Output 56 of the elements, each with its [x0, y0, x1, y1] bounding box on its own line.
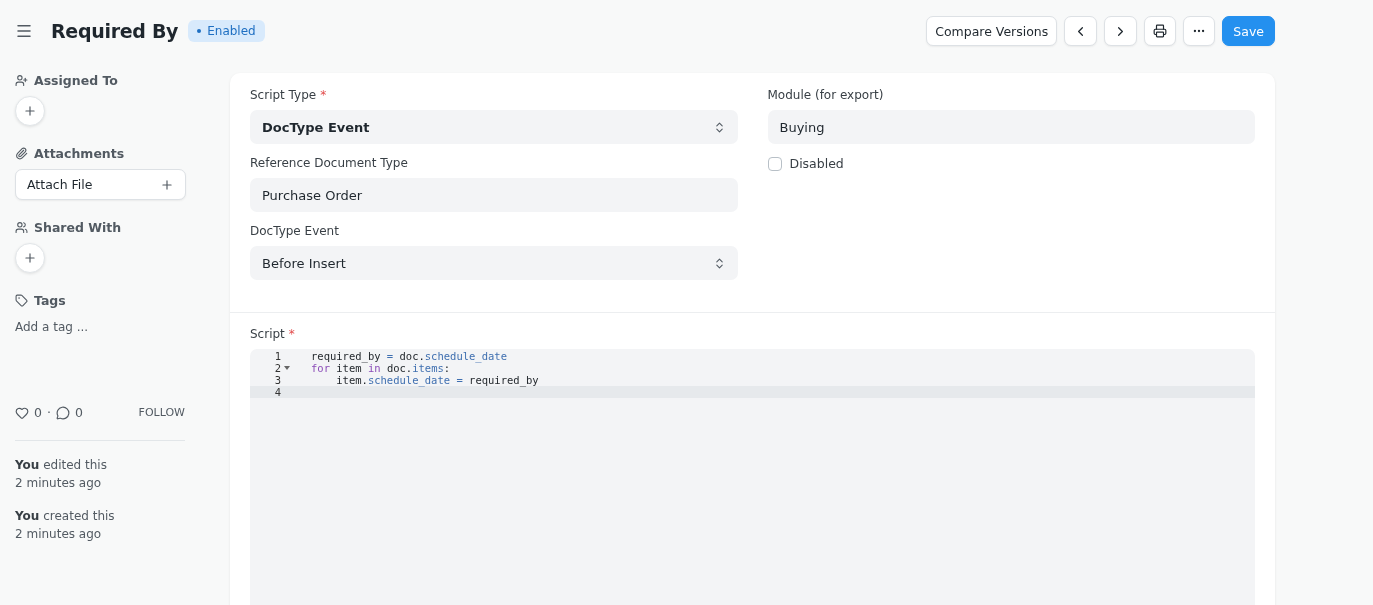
comment-icon[interactable]: [55, 405, 70, 420]
line-number: 4: [274, 386, 281, 398]
plus-icon: [23, 104, 37, 118]
field-label: Module (for export): [767, 88, 884, 102]
compare-versions-button[interactable]: Compare Versions: [926, 16, 1058, 46]
code-line: for item in doc.items:: [311, 362, 451, 374]
input-field[interactable]: Purchase Order: [250, 178, 738, 212]
checkbox[interactable]: [767, 156, 782, 171]
follow-button[interactable]: FOLLOW: [138, 406, 185, 419]
line-number: 3: [274, 374, 281, 386]
page-title: Required By: [51, 20, 179, 42]
plus-icon: [160, 177, 174, 192]
activity-time: 2 minutes ago: [15, 526, 103, 543]
input-field[interactable]: Buying: [767, 110, 1255, 144]
line-number: 2: [274, 362, 281, 374]
attach-file-button[interactable]: Attach File: [15, 169, 186, 200]
select-field[interactable]: Before Insert: [250, 246, 738, 280]
code-editor[interactable]: 1 required_by = doc.schedule_date 2 for item in doc.items: 3 item.schedule_date = required_by 4: [250, 349, 1255, 605]
code-line: required_by = doc.schedule_date: [311, 350, 507, 362]
paperclip-icon: [15, 147, 28, 160]
activity-text: You edited this: [15, 457, 108, 474]
select-field[interactable]: DocType Event: [250, 110, 738, 144]
field-label: DocType Event: [250, 224, 339, 238]
activity-text: You created this: [15, 508, 116, 525]
field-label: Reference Document Type: [250, 156, 408, 170]
user-plus-icon: [15, 74, 28, 87]
add-tag-link[interactable]: Add a tag ...: [15, 320, 89, 334]
print-button[interactable]: [1144, 16, 1177, 46]
line-number: 1: [274, 350, 281, 362]
field-label: Script Type: [250, 88, 317, 102]
fold-icon[interactable]: [284, 366, 290, 370]
add-button[interactable]: [15, 96, 45, 126]
checkbox-label: Disabled: [789, 156, 844, 171]
next-button[interactable]: [1104, 16, 1138, 46]
section-title: Attachments: [34, 146, 125, 161]
add-button[interactable]: [15, 243, 45, 273]
like-count: 0: [34, 405, 42, 420]
users-icon: [15, 221, 28, 234]
plus-icon: [23, 251, 37, 265]
comment-count: 0: [74, 405, 83, 420]
more-button[interactable]: [1183, 16, 1216, 46]
section-title: Assigned To: [34, 73, 118, 88]
heart-icon[interactable]: [15, 405, 29, 420]
section-title: Shared With: [34, 220, 122, 235]
status-badge: Enabled: [188, 20, 265, 42]
tag-icon: [15, 294, 28, 307]
activity-time: 2 minutes ago: [15, 475, 103, 492]
field-label: Script: [250, 327, 285, 341]
section-title: Tags: [34, 293, 66, 308]
previous-button[interactable]: [1064, 16, 1098, 46]
code-line: item.schedule_date = required_by: [335, 374, 539, 386]
menu-icon[interactable]: [15, 22, 33, 40]
separator-dot: ·: [46, 405, 51, 420]
required-asterisk: *: [320, 88, 327, 102]
print-icon: [1153, 24, 1168, 38]
required-asterisk: *: [288, 327, 295, 341]
